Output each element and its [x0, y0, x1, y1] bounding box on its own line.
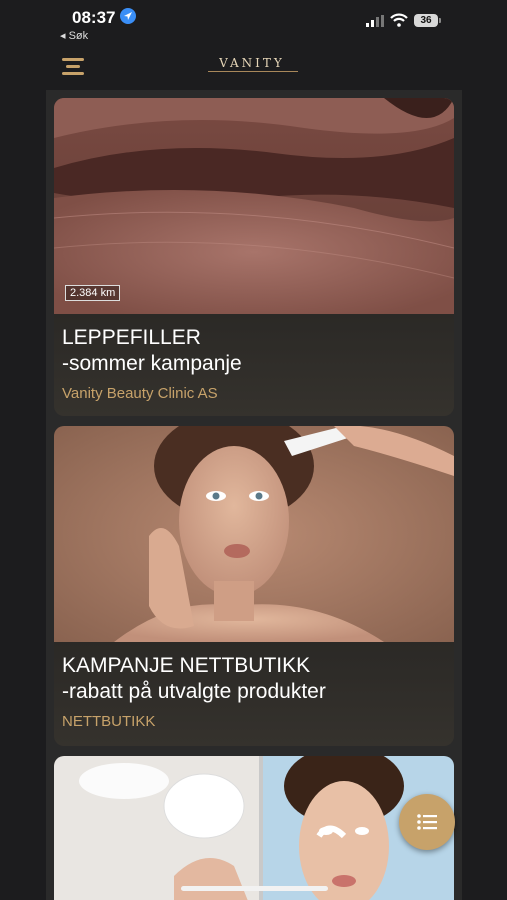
hamburger-menu-icon[interactable]: [62, 58, 84, 76]
campaign-card[interactable]: 2.384 km LEPPEFILLER -sommer kampanje Va…: [54, 98, 454, 416]
card-title: LEPPEFILLER: [62, 326, 201, 349]
skincare-model-photo: [54, 426, 454, 642]
battery-indicator: 36: [414, 14, 438, 27]
home-indicator: [181, 886, 328, 891]
battery-tip: [439, 18, 441, 23]
cream-products-photo: [54, 756, 454, 900]
card-category: NETTBUTIKK: [62, 713, 156, 730]
campaign-card[interactable]: KAMPANJE NETTBUTIKK -rabatt på utvalgte …: [54, 426, 454, 746]
card-subtitle: -sommer kampanje: [62, 352, 242, 375]
card-subtitle: -rabatt på utvalgte produkter: [62, 680, 326, 703]
list-icon: [417, 814, 437, 830]
list-view-button[interactable]: [399, 794, 455, 850]
lips-photo: 2.384 km: [54, 98, 454, 314]
status-bar: 08:37 ◂ Søk 36: [0, 0, 507, 44]
status-time: 08:37: [72, 8, 116, 27]
campaign-card[interactable]: [54, 756, 454, 900]
location-arrow-icon: [120, 8, 136, 24]
logo-underline: [208, 71, 298, 72]
card-caption: KAMPANJE NETTBUTIKK -rabatt på utvalgte …: [54, 642, 454, 746]
card-clinic-name: Vanity Beauty Clinic AS: [62, 385, 218, 402]
back-to-search-link[interactable]: ◂ Søk: [60, 29, 88, 42]
card-title: KAMPANJE NETTBUTIKK: [62, 654, 311, 677]
wifi-icon: [390, 13, 408, 27]
cellular-signal-icon: [366, 15, 384, 27]
campaign-feed[interactable]: 2.384 km LEPPEFILLER -sommer kampanje Va…: [46, 90, 462, 900]
distance-badge: 2.384 km: [65, 285, 121, 301]
card-caption: LEPPEFILLER -sommer kampanje Vanity Beau…: [54, 314, 454, 416]
